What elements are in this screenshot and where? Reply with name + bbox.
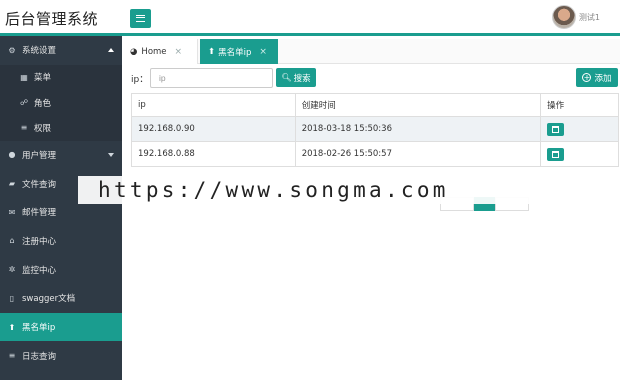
folder-icon: ▰	[8, 179, 16, 189]
search-label: ip：	[131, 75, 149, 85]
sidebar-item-swagger-docs[interactable]: ▯ swagger文档	[0, 284, 122, 313]
close-icon[interactable]: ×	[259, 47, 267, 57]
sidebar-item-label: 菜单	[34, 73, 52, 84]
search-icon: 🔍︎	[281, 73, 292, 82]
cell-actions	[540, 116, 619, 142]
top-header: 后台管理系统 测试1	[0, 0, 620, 36]
sidebar-item-user-management[interactable]: ● 用户管理	[0, 141, 122, 170]
gears-icon: ⚙	[8, 45, 16, 55]
list-icon: ≡	[20, 123, 28, 133]
add-button-label: 添加	[594, 73, 612, 84]
upload-icon: ⬆	[208, 46, 216, 57]
sidebar-item-label: 黑名单ip	[22, 323, 56, 334]
dashboard-icon: ◕	[130, 46, 138, 57]
sidebar-item-label: 文件查询	[22, 179, 57, 190]
tab-bar: ◕ Home × ⬆ 黑名单ip ×	[122, 39, 620, 64]
add-button[interactable]: + 添加	[576, 68, 618, 87]
trash-icon	[552, 150, 560, 158]
sidebar-item-log-query[interactable]: ≡ 日志查询	[0, 341, 122, 370]
cell-ip: 192.168.0.90	[131, 116, 296, 142]
sidebar-item-menu[interactable]: ▦ 菜单	[0, 64, 122, 90]
windows-icon: ▦	[20, 72, 28, 82]
search-input[interactable]	[150, 68, 273, 88]
users-icon: ☍	[19, 98, 29, 108]
sidebar-item-label: 权限	[34, 123, 52, 134]
sidebar-item-label: 角色	[34, 98, 52, 109]
sidebar-item-label: swagger文档	[22, 294, 76, 305]
table-row[interactable]: 192.168.0.88 2018-02-26 15:50:57	[131, 141, 619, 167]
app-title: 后台管理系统	[5, 10, 99, 28]
column-header-ip[interactable]: ip	[131, 93, 296, 117]
menu-toggle-button[interactable]	[130, 9, 151, 28]
user-menu[interactable]: 测试1	[551, 5, 600, 29]
cell-created-time: 2018-03-18 15:50:36	[294, 116, 542, 142]
close-icon[interactable]: ×	[175, 47, 183, 57]
sidebar-item-label: 监控中心	[22, 265, 57, 276]
sidebar: ⚙ 系统设置 ▦ 菜单 ☍ 角色 ≡ 权限 ● 用户管理 ▰ 文件查询 ✉ 邮件…	[0, 36, 122, 380]
sidebar-item-role[interactable]: ☍ 角色	[0, 89, 122, 116]
search-button[interactable]: 🔍︎ 搜索	[276, 68, 316, 87]
caret-down-icon	[108, 152, 114, 157]
file-icon: ▯	[9, 293, 15, 303]
column-header-actions: 操作	[540, 93, 619, 117]
trash-icon	[552, 125, 560, 133]
column-header-created-time[interactable]: 创建时间	[294, 93, 542, 117]
user-icon: ●	[8, 150, 16, 160]
blacklist-table: ip 创建时间 操作 192.168.0.90 2018-03-18 15:50…	[131, 93, 619, 167]
sidebar-item-label: 用户管理	[22, 150, 57, 161]
table-header-row: ip 创建时间 操作	[131, 93, 619, 117]
sidebar-item-label: 日志查询	[22, 351, 57, 362]
sidebar-item-monitor-center[interactable]: ✲ 监控中心	[0, 255, 122, 284]
cell-created-time: 2018-02-26 15:50:57	[294, 141, 542, 167]
avatar[interactable]	[551, 5, 576, 29]
delete-button[interactable]	[547, 147, 565, 161]
upload-icon: ⬆	[8, 322, 16, 332]
tab-home[interactable]: ◕ Home ×	[122, 39, 198, 64]
tab-label: Home	[141, 46, 167, 57]
sidebar-item-label: 注册中心	[22, 236, 57, 247]
cell-ip: 192.168.0.88	[131, 141, 296, 167]
tab-blacklist-ip[interactable]: ⬆ 黑名单ip ×	[200, 39, 278, 64]
table-row[interactable]: 192.168.0.90 2018-03-18 15:50:36	[131, 116, 619, 142]
plus-circle-icon: +	[582, 73, 592, 82]
spinner-icon: ✲	[8, 265, 16, 275]
sidebar-item-registry-center[interactable]: ⌂ 注册中心	[0, 227, 122, 256]
search-button-label: 搜索	[293, 73, 311, 84]
bank-icon: ⌂	[9, 236, 15, 246]
cell-actions	[540, 141, 619, 167]
hamburger-icon	[136, 15, 145, 22]
delete-button[interactable]	[547, 122, 565, 136]
sidebar-item-permission[interactable]: ≡ 权限	[0, 115, 122, 141]
caret-up-icon	[108, 48, 114, 53]
sidebar-item-label: 邮件管理	[22, 208, 57, 219]
sidebar-item-blacklist-ip[interactable]: ⬆ 黑名单ip	[0, 312, 122, 342]
sidebar-item-system-settings[interactable]: ⚙ 系统设置	[0, 36, 122, 65]
watermark-overlay: https://www.songma.com	[78, 176, 534, 204]
envelope-icon: ✉	[8, 207, 16, 217]
list-icon: ≡	[8, 351, 16, 361]
tab-label: 黑名单ip	[218, 47, 252, 58]
sidebar-item-label: 系统设置	[22, 46, 57, 57]
user-name[interactable]: 测试1	[579, 12, 600, 23]
